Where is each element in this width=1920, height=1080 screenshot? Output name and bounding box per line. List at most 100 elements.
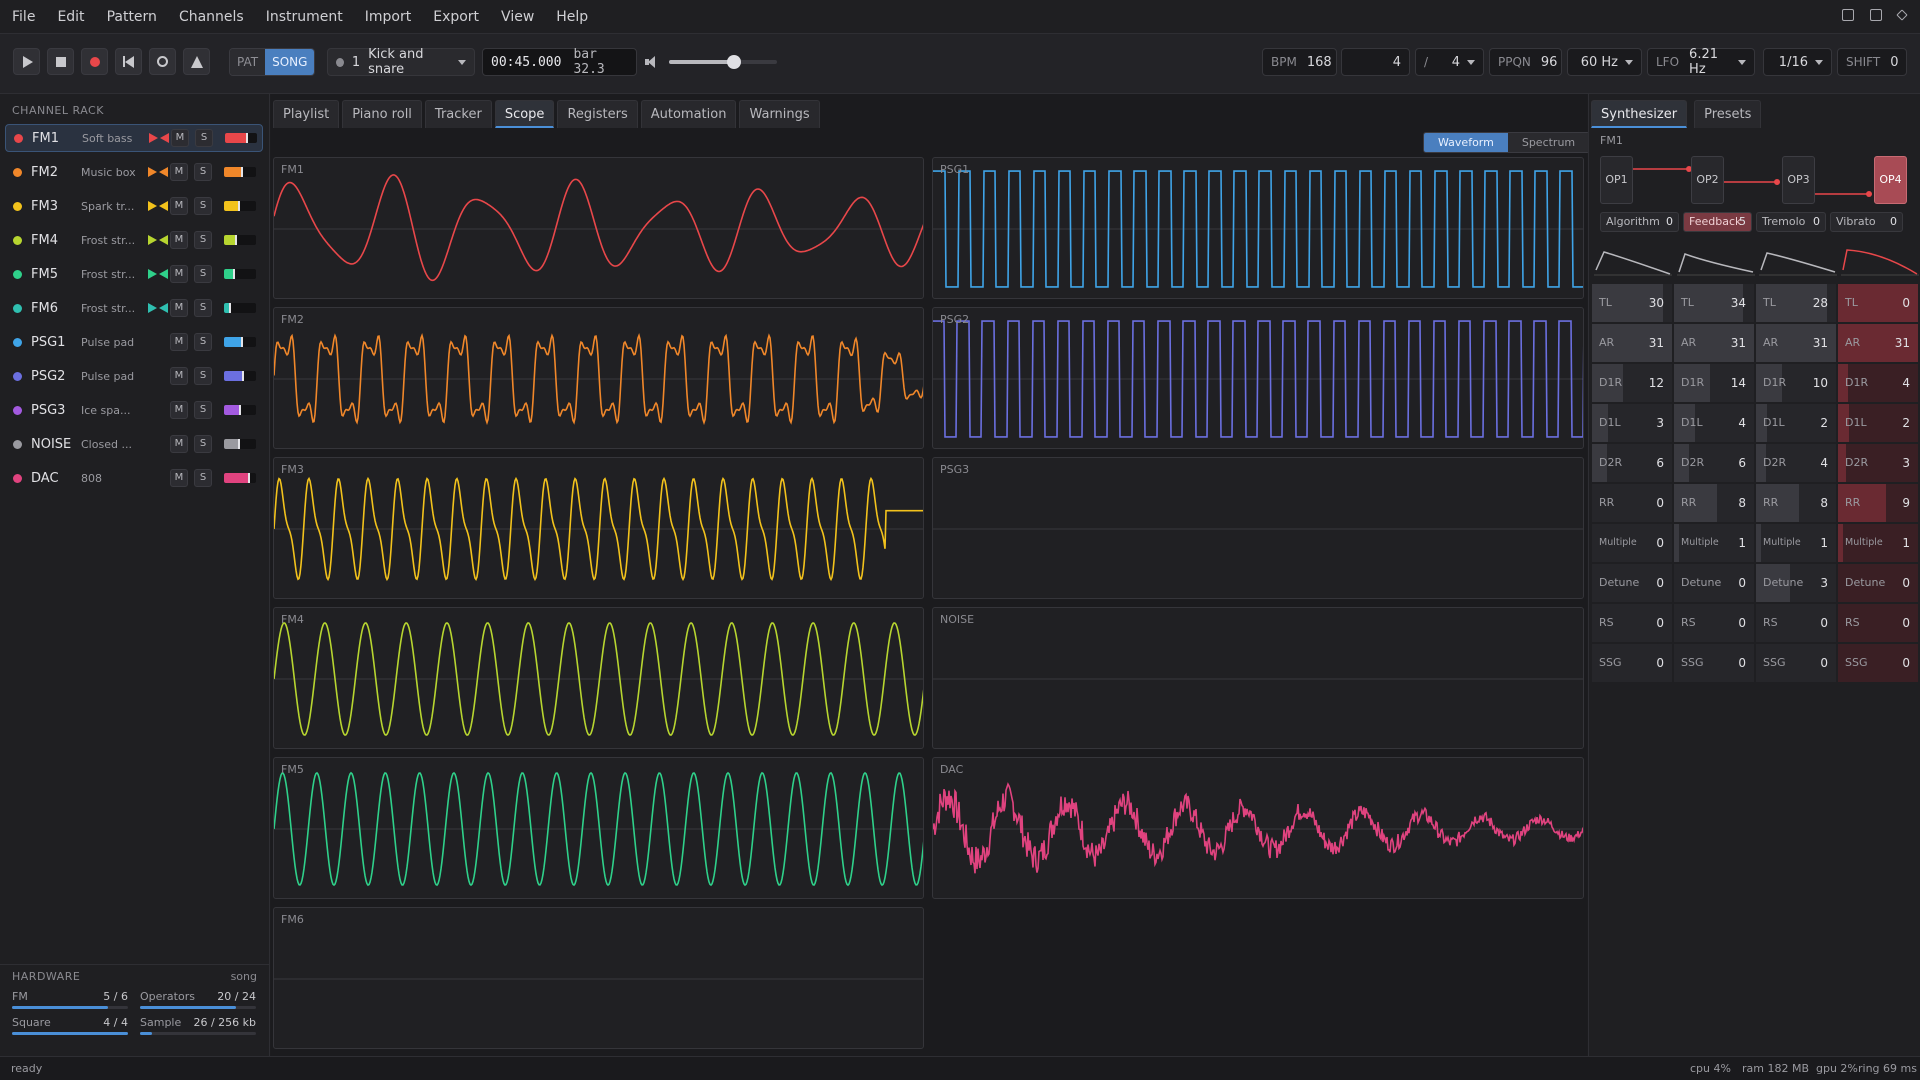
op4-d1l-param[interactable]: D1L 2 <box>1838 404 1918 442</box>
op1-tl-param[interactable]: TL 30 <box>1592 284 1672 322</box>
tab-scope[interactable]: Scope <box>494 100 555 128</box>
tab-piano-roll[interactable]: Piano roll <box>342 100 422 128</box>
channel-instrument[interactable]: Frost str... <box>81 302 141 315</box>
channel-row-dac[interactable]: DAC 808 M S <box>5 464 263 492</box>
mute-button[interactable]: M <box>170 435 188 453</box>
grid-select[interactable]: 1/16 <box>1763 48 1832 76</box>
channel-row-fm3[interactable]: FM3 Spark tr... M S <box>5 192 263 220</box>
op2-tl-param[interactable]: TL 34 <box>1674 284 1754 322</box>
op1-rr-param[interactable]: RR 0 <box>1592 484 1672 522</box>
op3-multiple-param[interactable]: Multiple 1 <box>1756 524 1836 562</box>
channel-instrument[interactable]: Closed ... <box>81 438 141 451</box>
solo-button[interactable]: S <box>194 469 212 487</box>
op3-box[interactable]: OP3 <box>1782 156 1815 204</box>
solo-button[interactable]: S <box>194 299 212 317</box>
beat-unit-select[interactable]: / 4 <box>1415 48 1484 76</box>
channel-volume-bar[interactable] <box>224 303 256 313</box>
channel-row-fm4[interactable]: FM4 Frost str... M S <box>5 226 263 254</box>
tremolo-field[interactable]: Tremolo 0 <box>1756 212 1826 232</box>
menu-edit[interactable]: Edit <box>46 9 95 25</box>
volume-slider[interactable] <box>669 55 777 69</box>
channel-instrument[interactable]: 808 <box>81 472 141 485</box>
op4-d1r-param[interactable]: D1R 4 <box>1838 364 1918 402</box>
op2-ssg-param[interactable]: SSG 0 <box>1674 644 1754 682</box>
play-arrow-icon[interactable] <box>148 269 157 279</box>
solo-button[interactable]: S <box>194 265 212 283</box>
op3-rs-param[interactable]: RS 0 <box>1756 604 1836 642</box>
op1-box[interactable]: OP1 <box>1600 156 1633 204</box>
mute-button[interactable]: M <box>170 469 188 487</box>
op1-d1l-param[interactable]: D1L 3 <box>1592 404 1672 442</box>
op3-tl-param[interactable]: TL 28 <box>1756 284 1836 322</box>
op4-ssg-param[interactable]: SSG 0 <box>1838 644 1918 682</box>
play-arrow-icon[interactable] <box>148 303 157 313</box>
op3-d1r-param[interactable]: D1R 10 <box>1756 364 1836 402</box>
back-arrow-icon[interactable] <box>159 303 168 313</box>
channel-volume-bar[interactable] <box>224 405 256 415</box>
pattern-select[interactable]: 1 Kick and snare <box>327 47 475 77</box>
op3-ssg-param[interactable]: SSG 0 <box>1756 644 1836 682</box>
menu-file[interactable]: File <box>0 9 46 25</box>
op2-ar-param[interactable]: AR 31 <box>1674 324 1754 362</box>
solo-button[interactable]: S <box>194 163 212 181</box>
tab-automation[interactable]: Automation <box>640 100 737 128</box>
channel-instrument[interactable]: Spark tr... <box>81 200 141 213</box>
channel-instrument[interactable]: Frost str... <box>81 268 141 281</box>
channel-volume-bar[interactable] <box>224 439 256 449</box>
channel-instrument[interactable]: Frost str... <box>81 234 141 247</box>
play-button[interactable] <box>13 48 40 75</box>
channel-instrument[interactable]: Soft bass <box>82 132 142 145</box>
op2-rr-param[interactable]: RR 8 <box>1674 484 1754 522</box>
back-arrow-icon[interactable] <box>159 201 168 211</box>
channel-row-fm1[interactable]: FM1 Soft bass M S <box>5 124 263 152</box>
op1-d1r-param[interactable]: D1R 12 <box>1592 364 1672 402</box>
op2-rs-param[interactable]: RS 0 <box>1674 604 1754 642</box>
channel-instrument[interactable]: Pulse pad <box>81 370 141 383</box>
channel-instrument[interactable]: Music box <box>81 166 141 179</box>
beats-field[interactable]: 4 <box>1341 48 1410 76</box>
channel-volume-bar[interactable] <box>224 473 256 483</box>
back-arrow-icon[interactable] <box>160 133 169 143</box>
algorithm-field[interactable]: Algorithm 0 <box>1600 212 1679 232</box>
volume-knob[interactable] <box>726 55 741 69</box>
channel-volume-bar[interactable] <box>224 269 256 279</box>
bpm-field[interactable]: BPM 168 <box>1262 48 1337 76</box>
tab-playlist[interactable]: Playlist <box>273 100 340 128</box>
op4-multiple-param[interactable]: Multiple 1 <box>1838 524 1918 562</box>
op3-detune-param[interactable]: Detune 3 <box>1756 564 1836 602</box>
tab-warnings[interactable]: Warnings <box>739 100 820 128</box>
tab-registers[interactable]: Registers <box>557 100 638 128</box>
op4-box[interactable]: OP4 <box>1874 156 1907 204</box>
back-arrow-icon[interactable] <box>159 269 168 279</box>
loop-button[interactable] <box>149 48 176 75</box>
op2-d2r-param[interactable]: D2R 6 <box>1674 444 1754 482</box>
channel-row-fm5[interactable]: FM5 Frost str... M S <box>5 260 263 288</box>
op1-rs-param[interactable]: RS 0 <box>1592 604 1672 642</box>
mute-button[interactable]: M <box>171 129 189 147</box>
waveform-button[interactable]: Waveform <box>1424 133 1508 152</box>
op3-ar-param[interactable]: AR 31 <box>1756 324 1836 362</box>
solo-button[interactable]: S <box>195 129 213 147</box>
play-arrow-icon[interactable] <box>148 201 157 211</box>
rate-select[interactable]: 60 Hz <box>1567 48 1642 76</box>
op1-ar-param[interactable]: AR 31 <box>1592 324 1672 362</box>
solo-button[interactable]: S <box>194 333 212 351</box>
menu-view[interactable]: View <box>490 9 545 25</box>
spectrum-button[interactable]: Spectrum <box>1507 133 1590 152</box>
menu-help[interactable]: Help <box>545 9 599 25</box>
mode-pat-button[interactable]: PAT <box>230 49 266 75</box>
op2-detune-param[interactable]: Detune 0 <box>1674 564 1754 602</box>
op4-rr-param[interactable]: RR 9 <box>1838 484 1918 522</box>
menu-import[interactable]: Import <box>354 9 422 25</box>
op4-detune-param[interactable]: Detune 0 <box>1838 564 1918 602</box>
channel-row-fm6[interactable]: FM6 Frost str... M S <box>5 294 263 322</box>
record-button[interactable] <box>81 48 108 75</box>
speaker-icon[interactable] <box>645 56 659 68</box>
metronome-button[interactable] <box>183 48 210 75</box>
play-arrow-icon[interactable] <box>149 133 158 143</box>
solo-button[interactable]: S <box>194 401 212 419</box>
mute-button[interactable]: M <box>170 197 188 215</box>
mute-button[interactable]: M <box>170 163 188 181</box>
mute-button[interactable]: M <box>170 401 188 419</box>
play-arrow-icon[interactable] <box>148 235 157 245</box>
